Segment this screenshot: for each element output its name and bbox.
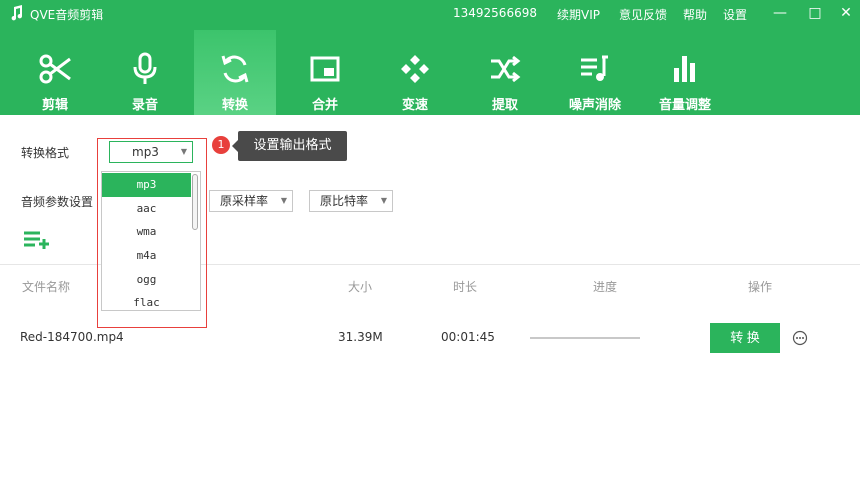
account-phone: 13492566698 bbox=[453, 6, 537, 20]
tool-label: 变速 bbox=[401, 98, 428, 113]
app-header: QVE音频剪辑 13492566698 续期VIP 意见反馈 帮助 设置 — □… bbox=[0, 0, 860, 115]
speed-icon bbox=[401, 55, 429, 83]
bitrate-value: 原比特率 bbox=[320, 194, 369, 208]
file-duration: 00:01:45 bbox=[441, 330, 495, 344]
shuffle-icon bbox=[491, 55, 521, 83]
add-file-icon[interactable] bbox=[23, 230, 51, 250]
file-name: Red-184700.mp4 bbox=[20, 330, 124, 344]
help-link[interactable]: 帮助 bbox=[683, 6, 707, 23]
settings-link[interactable]: 设置 bbox=[723, 6, 747, 23]
format-option-mp3[interactable]: mp3 bbox=[102, 173, 191, 197]
merge-icon bbox=[310, 56, 340, 82]
format-option-ogg[interactable]: ogg bbox=[102, 268, 191, 292]
tool-label: 音量调整 bbox=[658, 98, 711, 113]
chevron-down-icon: ▼ bbox=[380, 196, 387, 205]
tool-label: 合并 bbox=[311, 98, 338, 113]
tool-extract[interactable]: 提取 bbox=[464, 30, 546, 115]
convert-icon bbox=[221, 55, 249, 83]
title-bar: QVE音频剪辑 13492566698 续期VIP 意见反馈 帮助 设置 — □… bbox=[0, 0, 860, 28]
feedback-link[interactable]: 意见反馈 bbox=[619, 6, 667, 23]
renew-vip-link[interactable]: 续期VIP bbox=[557, 6, 600, 23]
music-note-icon bbox=[11, 5, 23, 21]
volume-bars-icon bbox=[674, 56, 695, 82]
sample-rate-value: 原采样率 bbox=[220, 194, 269, 208]
format-option-flac[interactable]: flac bbox=[102, 291, 191, 315]
sample-rate-select[interactable]: 原采样率 ▼ bbox=[209, 190, 293, 212]
main-toolbar: 剪辑 录音 转换 合并 变速 提取 噪声消除 音量调整 bbox=[0, 30, 860, 115]
tool-speed[interactable]: 变速 bbox=[374, 30, 456, 115]
format-option-aac[interactable]: aac bbox=[102, 197, 191, 221]
microphone-icon bbox=[133, 52, 157, 84]
tool-label: 提取 bbox=[491, 98, 518, 113]
convert-button[interactable]: 转 换 bbox=[710, 323, 780, 353]
chevron-down-icon: ▼ bbox=[280, 196, 287, 205]
tool-volume[interactable]: 音量调整 bbox=[644, 30, 726, 115]
close-button[interactable]: ✕ bbox=[834, 2, 858, 24]
format-label: 转换格式 bbox=[21, 146, 70, 160]
tool-merge[interactable]: 合并 bbox=[284, 30, 366, 115]
tool-label: 噪声消除 bbox=[568, 98, 621, 113]
format-option-wma[interactable]: wma bbox=[102, 220, 191, 244]
minimize-button[interactable]: — bbox=[768, 2, 792, 24]
bitrate-select[interactable]: 原比特率 ▼ bbox=[309, 190, 393, 212]
tool-denoise[interactable]: 噪声消除 bbox=[554, 30, 636, 115]
col-action: 操作 bbox=[748, 280, 773, 294]
tool-cut[interactable]: 剪辑 bbox=[14, 30, 96, 115]
format-dropdown-list: mp3 aac wma m4a ogg flac bbox=[101, 171, 201, 311]
file-size: 31.39M bbox=[338, 330, 383, 344]
tool-convert[interactable]: 转换 bbox=[194, 30, 276, 115]
maximize-button[interactable]: □ bbox=[803, 2, 827, 24]
tool-label: 剪辑 bbox=[41, 98, 68, 113]
noise-icon bbox=[581, 55, 608, 81]
scissors-icon bbox=[39, 54, 71, 84]
params-label: 音频参数设置 bbox=[21, 195, 94, 209]
tool-record[interactable]: 录音 bbox=[104, 30, 186, 115]
app-title: QVE音频剪辑 bbox=[30, 8, 104, 22]
step-badge: 1 bbox=[212, 136, 230, 154]
format-option-m4a[interactable]: m4a bbox=[102, 244, 191, 268]
col-filename: 文件名称 bbox=[22, 280, 71, 294]
progress-bar bbox=[530, 337, 640, 339]
hint-tooltip: 设置输出格式 bbox=[232, 131, 347, 161]
tool-label: 录音 bbox=[131, 98, 158, 113]
col-size: 大小 bbox=[348, 280, 373, 294]
col-duration: 时长 bbox=[453, 280, 478, 294]
col-progress: 进度 bbox=[593, 280, 618, 294]
more-icon[interactable] bbox=[792, 330, 808, 346]
dropdown-scrollbar[interactable] bbox=[192, 174, 198, 230]
tool-label: 转换 bbox=[221, 98, 248, 113]
